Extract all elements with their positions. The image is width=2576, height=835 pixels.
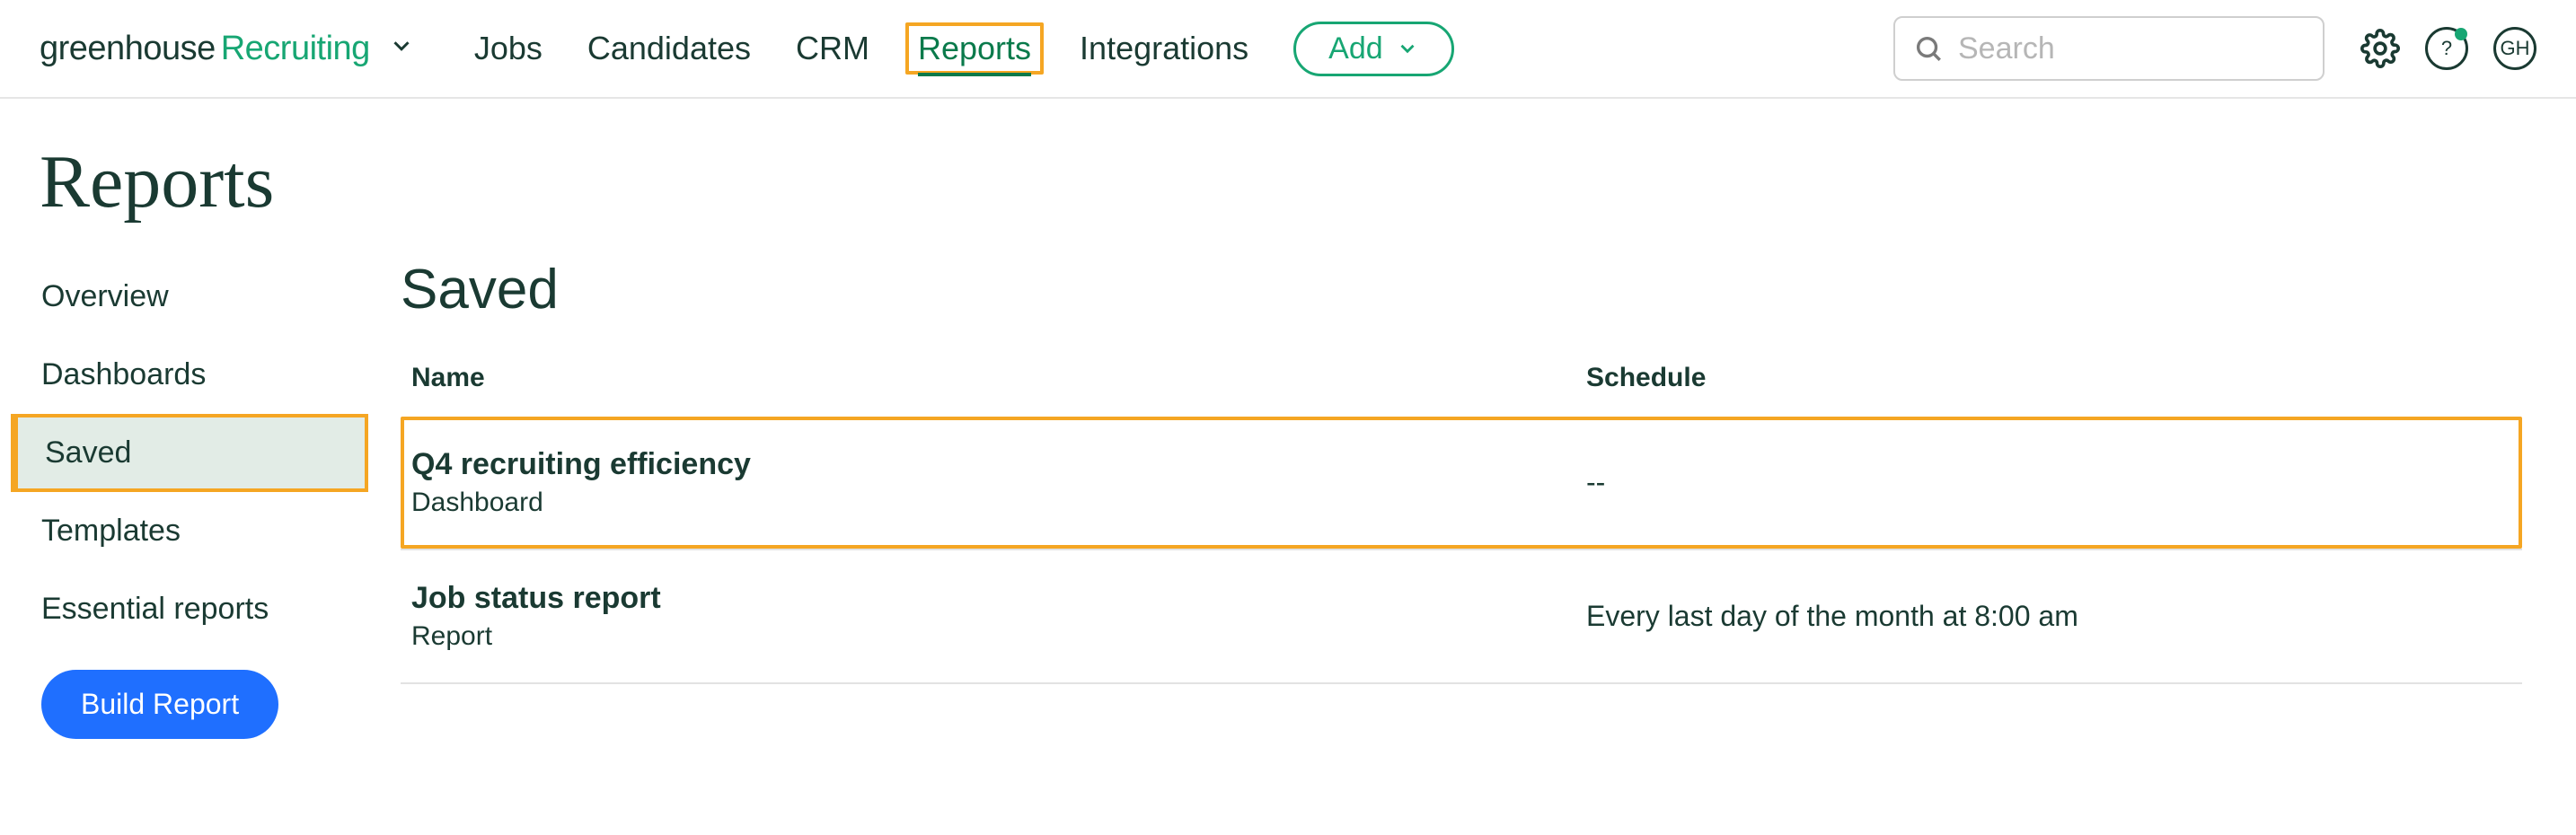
table-row[interactable]: Job status report Report Every last day … bbox=[401, 549, 2522, 684]
row-schedule: Every last day of the month at 8:00 am bbox=[1586, 600, 2511, 633]
nav-integrations[interactable]: Integrations bbox=[1071, 26, 1257, 71]
nav-crm[interactable]: CRM bbox=[787, 26, 878, 71]
chevron-down-icon[interactable] bbox=[388, 32, 415, 59]
build-report-button[interactable]: Build Report bbox=[41, 670, 278, 739]
table-header: Name Schedule bbox=[401, 357, 2522, 417]
sidebar-item-saved[interactable]: Saved bbox=[11, 414, 368, 492]
chevron-down-icon bbox=[1396, 37, 1419, 60]
add-button-label: Add bbox=[1328, 31, 1383, 66]
main-panel: Saved Name Schedule Q4 recruiting effici… bbox=[368, 258, 2576, 739]
brand-word-1: greenhouse bbox=[40, 30, 216, 68]
top-icon-group: ? GH bbox=[2360, 27, 2536, 70]
search-input[interactable] bbox=[1958, 31, 2305, 66]
row-title: Job status report bbox=[411, 581, 1586, 616]
add-button[interactable]: Add bbox=[1293, 22, 1454, 76]
row-subtitle: Dashboard bbox=[411, 488, 1586, 518]
nav-candidates[interactable]: Candidates bbox=[578, 26, 760, 71]
search-box[interactable] bbox=[1893, 16, 2325, 81]
sidebar-item-dashboards[interactable]: Dashboards bbox=[11, 336, 368, 414]
top-nav: greenhouse Recruiting Jobs Candidates CR… bbox=[0, 0, 2576, 99]
row-subtitle: Report bbox=[411, 621, 1586, 652]
nav-jobs[interactable]: Jobs bbox=[465, 26, 551, 71]
row-title: Q4 recruiting efficiency bbox=[411, 447, 1586, 482]
column-header-name: Name bbox=[411, 363, 1586, 393]
table-row[interactable]: Q4 recruiting efficiency Dashboard -- bbox=[401, 417, 2522, 549]
avatar-initials: GH bbox=[2501, 37, 2530, 60]
page-title: Reports bbox=[0, 99, 2576, 258]
sidebar-item-essential[interactable]: Essential reports bbox=[11, 570, 368, 648]
row-schedule: -- bbox=[1586, 466, 2511, 499]
sidebar-item-templates[interactable]: Templates bbox=[11, 492, 368, 570]
avatar[interactable]: GH bbox=[2493, 27, 2536, 70]
nav-reports[interactable]: Reports bbox=[905, 22, 1044, 75]
brand[interactable]: greenhouse Recruiting bbox=[40, 30, 415, 68]
notification-dot bbox=[2455, 28, 2467, 40]
help-icon[interactable]: ? bbox=[2425, 27, 2468, 70]
brand-word-2: Recruiting bbox=[221, 30, 370, 68]
section-heading: Saved bbox=[401, 258, 2522, 321]
search-icon bbox=[1913, 33, 1944, 64]
sidebar: Overview Dashboards Saved Templates Esse… bbox=[0, 258, 368, 739]
column-header-schedule: Schedule bbox=[1586, 363, 2511, 393]
sidebar-item-overview[interactable]: Overview bbox=[11, 258, 368, 336]
nav-links: Jobs Candidates CRM Reports Integrations bbox=[465, 22, 1257, 75]
gear-icon[interactable] bbox=[2360, 29, 2400, 68]
